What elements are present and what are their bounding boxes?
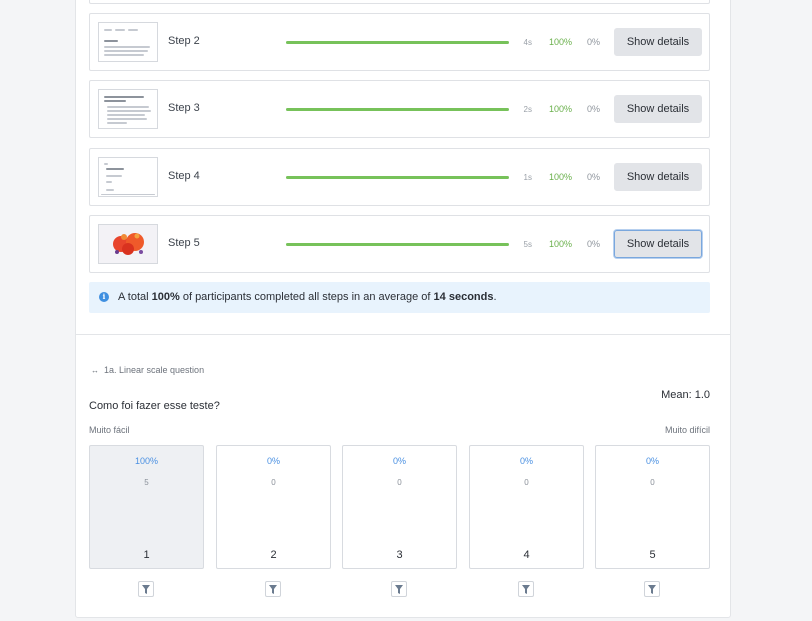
option-count: 0 [524, 478, 529, 487]
filter-button[interactable] [518, 581, 534, 597]
show-details-button[interactable]: Show details [614, 163, 702, 191]
step-label: Step 5 [168, 237, 200, 249]
completed-percent: 100% [548, 37, 572, 47]
info-icon: i [99, 292, 109, 302]
scale-left-label: Muito fácil [89, 425, 130, 435]
filter-button[interactable] [391, 581, 407, 597]
filter-button[interactable] [265, 581, 281, 597]
completion-bar [286, 243, 509, 246]
scale-right-label: Muito difícil [664, 425, 710, 435]
option-value: 4 [523, 549, 530, 561]
step-time: 1s [523, 173, 532, 182]
section-divider [75, 334, 731, 335]
summary-text: A total 100% of participants completed a… [118, 291, 497, 303]
arrows-horizontal-icon: ↔ [91, 366, 99, 375]
scale-option[interactable]: 0% 0 4 [469, 445, 584, 569]
completed-percent: 100% [548, 172, 572, 182]
option-count: 0 [397, 478, 402, 487]
show-details-button[interactable]: Show details [614, 230, 702, 258]
question-title: Como foi fazer esse teste? [89, 400, 220, 412]
filter-icon [269, 585, 277, 594]
step-label: Step 2 [168, 35, 200, 47]
filter-button[interactable] [644, 581, 660, 597]
filter-icon [648, 585, 656, 594]
filter-icon [142, 585, 150, 594]
option-percent: 0% [392, 456, 406, 466]
step-row: Step 2 4s 100% 0% Show details [89, 13, 710, 71]
step-time: 4s [523, 38, 532, 47]
step-row: Step 3 2s 100% 0% Show details [89, 80, 710, 138]
scale-option[interactable]: 100% 5 1 [89, 445, 204, 569]
completion-bar-fill [286, 176, 509, 179]
failed-percent: 0% [586, 172, 600, 182]
completion-bar [286, 108, 509, 111]
step-label: Step 4 [168, 170, 200, 182]
filter-button[interactable] [138, 581, 154, 597]
option-value: 2 [270, 549, 277, 561]
step-row: Step 4 1s 100% 0% Show details [89, 148, 710, 206]
completion-bar [286, 176, 509, 179]
show-details-button[interactable]: Show details [614, 28, 702, 56]
option-percent: 0% [266, 456, 280, 466]
step-time: 5s [523, 240, 532, 249]
filter-icon [395, 585, 403, 594]
option-count: 0 [650, 478, 655, 487]
filter-icon [522, 585, 530, 594]
option-value: 1 [143, 549, 150, 561]
completion-bar-fill [286, 243, 509, 246]
completion-bar-fill [286, 108, 509, 111]
completion-summary: i A total 100% of participants completed… [89, 282, 710, 313]
completed-percent: 100% [548, 239, 572, 249]
option-count: 5 [144, 478, 149, 487]
question-type-label: 1a. Linear scale question [104, 365, 205, 375]
option-percent: 0% [645, 456, 659, 466]
show-details-button[interactable]: Show details [614, 95, 702, 123]
step-thumbnail [98, 22, 158, 62]
flower-image-icon [113, 233, 144, 255]
step-time: 2s [523, 105, 532, 114]
scale-option[interactable]: 0% 0 5 [595, 445, 710, 569]
failed-percent: 0% [586, 239, 600, 249]
failed-percent: 0% [586, 37, 600, 47]
option-count: 0 [271, 478, 276, 487]
mean-value: Mean: 1.0 [661, 389, 710, 401]
step-label: Step 3 [168, 102, 200, 114]
option-percent: 100% [134, 456, 159, 466]
option-percent: 0% [519, 456, 533, 466]
scale-option[interactable]: 0% 0 2 [216, 445, 331, 569]
step-row-partial [89, 0, 710, 4]
step-thumbnail [98, 224, 158, 264]
step-row: Step 5 5s 100% 0% Show details [89, 215, 710, 273]
completion-bar-fill [286, 41, 509, 44]
completed-percent: 100% [548, 104, 572, 114]
completion-bar [286, 41, 509, 44]
scale-option[interactable]: 0% 0 3 [342, 445, 457, 569]
option-value: 3 [396, 549, 403, 561]
option-value: 5 [649, 549, 656, 561]
step-thumbnail [98, 89, 158, 129]
question-type: ↔ 1a. Linear scale question [91, 365, 204, 375]
step-thumbnail [98, 157, 158, 197]
failed-percent: 0% [586, 104, 600, 114]
